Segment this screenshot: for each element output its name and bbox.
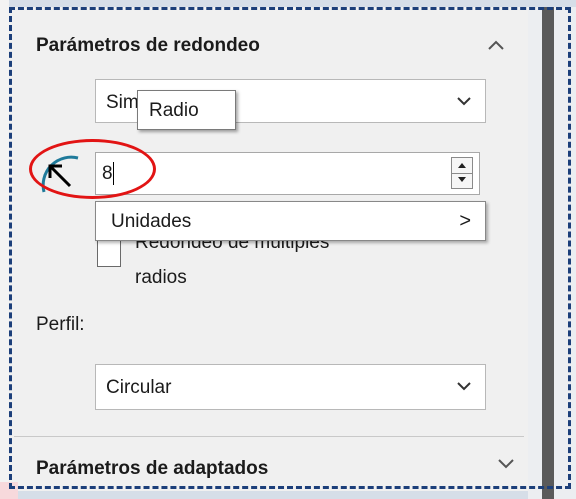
menu-item-units[interactable]: Unidades > (96, 202, 485, 240)
rounding-type-value: Sim (106, 92, 139, 113)
spin-up-icon[interactable] (452, 158, 472, 174)
multi-radius-checkbox[interactable] (97, 240, 121, 267)
radius-spinner[interactable] (451, 157, 473, 189)
chevron-down-icon (457, 97, 471, 106)
profile-dropdown[interactable]: Circular (95, 364, 486, 410)
profile-value: Circular (106, 377, 172, 398)
adapted-section-title[interactable]: Parámetros de adaptados (36, 458, 268, 480)
spin-down-icon[interactable] (452, 173, 472, 188)
highlight-oval (29, 139, 156, 199)
page-edge (0, 0, 9, 499)
submenu-arrow-icon: > (459, 210, 471, 232)
chevron-down-icon[interactable] (495, 452, 517, 474)
rounding-section-title[interactable]: Parámetros de redondeo (36, 35, 260, 57)
multi-radius-label-line2: radios (135, 267, 187, 288)
profile-label: Perfil: (36, 314, 85, 335)
units-context-menu: Unidades > (95, 201, 486, 241)
chevron-down-icon (457, 382, 471, 391)
radius-tooltip: Radio (137, 90, 236, 130)
menu-item-units-label: Unidades (111, 211, 192, 232)
chevron-up-icon[interactable] (485, 34, 507, 56)
section-divider (14, 436, 524, 437)
vertical-scrollbar[interactable] (542, 7, 554, 499)
page-corner-mark (0, 482, 18, 499)
